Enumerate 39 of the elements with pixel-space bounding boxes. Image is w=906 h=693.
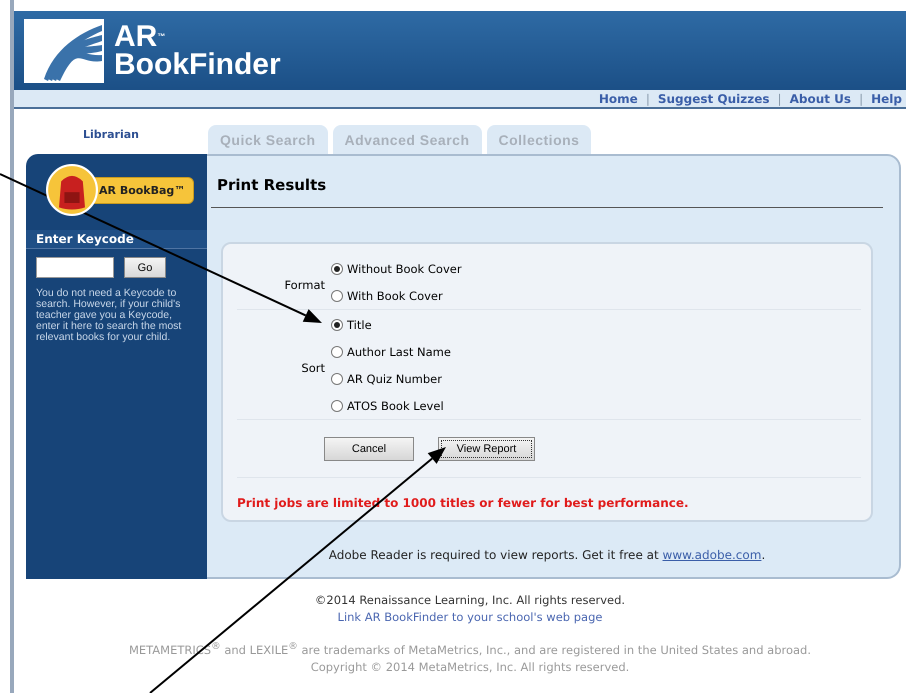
nav-separator: | xyxy=(778,92,782,106)
nav-separator: | xyxy=(859,92,864,106)
keycode-help-text: You do not need a Keycode to search. However, if your child's teacher gave you a Keycode, enter it here to search the most relevant books for your child. xyxy=(36,288,182,343)
logo-text: AR$^{™}$ xyxy=(114,22,166,50)
radio-button[interactable] xyxy=(331,400,343,412)
book-logo-icon xyxy=(24,18,104,82)
logo-text: BookFinder xyxy=(114,50,281,78)
copyright-text: Copyright © 2014 MetaMetrics, Inc. All rights reserved. xyxy=(310,660,630,675)
option-label: Author Last Name xyxy=(347,345,451,359)
report-button[interactable]: View Report xyxy=(438,437,535,461)
school-link[interactable]: Link AR BookFinder to your school's web page xyxy=(338,610,602,625)
radio-button[interactable] xyxy=(331,373,343,385)
period: . xyxy=(761,548,766,562)
radio-button[interactable] xyxy=(331,346,343,358)
group-label: Format xyxy=(283,278,326,292)
nav-link[interactable]: Home xyxy=(598,92,638,106)
option-label: ATOS Book Level xyxy=(347,399,444,413)
option-label: Without Book Cover xyxy=(347,262,462,276)
radio-button[interactable] xyxy=(331,263,343,275)
nav-link[interactable]: About Us xyxy=(790,92,852,106)
nav-link[interactable]: Suggest Quizzes xyxy=(658,92,770,106)
option-label: With Book Cover xyxy=(347,289,443,303)
keycode-field[interactable] xyxy=(36,257,114,278)
radio-button[interactable] xyxy=(331,319,343,331)
nav-separator: | xyxy=(646,92,650,106)
panel-title: Print Results xyxy=(217,176,328,194)
user-role-label: Librarian xyxy=(82,128,140,141)
adobe-note: Adobe Reader is required to view reports. Get it free at xyxy=(328,548,660,562)
backpack-icon xyxy=(46,164,98,216)
nav-link[interactable]: Help xyxy=(871,92,902,106)
option-label: AR Quiz Number xyxy=(347,372,442,386)
go-button[interactable]: Go xyxy=(124,257,166,278)
radio-button[interactable] xyxy=(331,290,343,302)
option-label: Title xyxy=(347,318,372,332)
keycode-heading: Enter Keycode xyxy=(26,230,207,249)
group-label: Sort xyxy=(300,360,326,374)
copyright-text: ©2014 Renaissance Learning, Inc. All rights reserved. xyxy=(314,593,626,608)
adobe-link[interactable]: www.adobe.com xyxy=(662,548,762,562)
cancel-button[interactable]: Cancel xyxy=(324,437,414,461)
